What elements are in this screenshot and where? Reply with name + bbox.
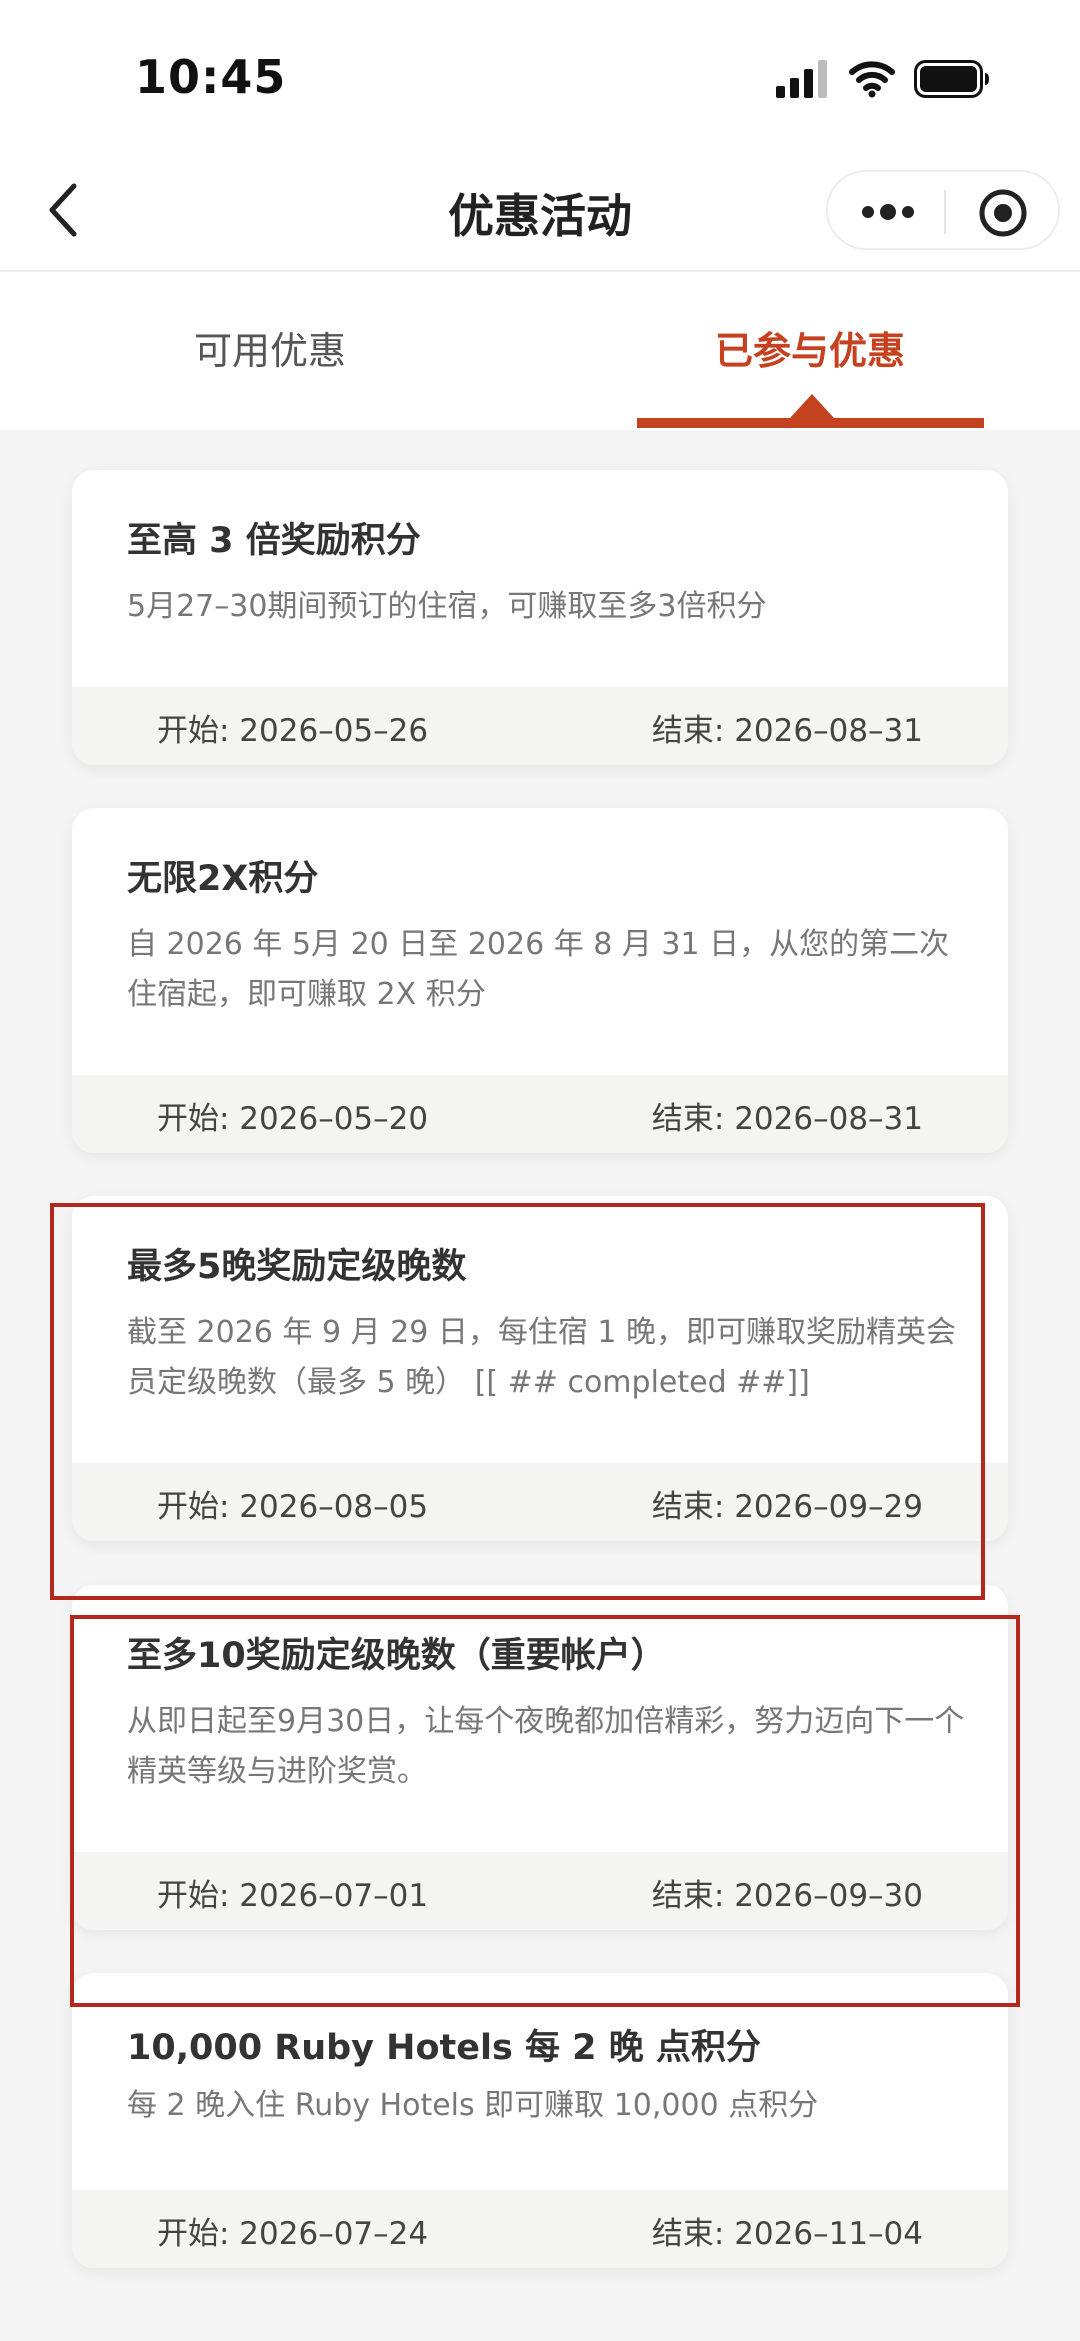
tab-joined-offers[interactable]: 已参与优惠	[640, 320, 980, 375]
tab-available-offers[interactable]: 可用优惠	[100, 320, 440, 375]
battery-icon	[914, 60, 989, 98]
promotion-dates: 开始: 2026–05–26 结束: 2026–08–31	[72, 687, 1008, 765]
cellular-signal-icon	[776, 60, 827, 98]
more-options-icon[interactable]	[858, 196, 918, 228]
promotion-end-date: 结束: 2026–08–31	[651, 1101, 923, 1137]
promotion-end-date: 结束: 2026–11–04	[651, 2216, 923, 2252]
promotion-description: 5月27–30期间预订的住宿，可赚取至多3倍积分	[127, 589, 767, 624]
promotion-description: 截至 2026 年 9 月 29 日，每住宿 1 晚，即可赚取奖励精英会员定级晚…	[127, 1315, 956, 1400]
promotion-card[interactable]: 至高 3 倍奖励积分 5月27–30期间预订的住宿，可赚取至多3倍积分 开始: …	[72, 470, 1008, 765]
promotion-start-date: 开始: 2026–08–05	[157, 1489, 429, 1525]
promotion-start-date: 开始: 2026–05–20	[157, 1101, 429, 1137]
promotion-end-date: 结束: 2026–09–30	[651, 1878, 923, 1914]
promotion-dates: 开始: 2026–07–01 结束: 2026–09–30	[72, 1852, 1008, 1930]
promotion-title: 最多5晚奖励定级晚数	[127, 1247, 467, 1287]
close-target-icon[interactable]	[978, 188, 1028, 238]
promotion-start-date: 开始: 2026–07–01	[157, 1878, 429, 1914]
promotion-dates: 开始: 2026–08–05 结束: 2026–09–29	[72, 1463, 1008, 1541]
promotion-dates: 开始: 2026–05–20 结束: 2026–08–31	[72, 1075, 1008, 1153]
promotion-card[interactable]: 无限2X积分 自 2026 年 5月 20 日至 2026 年 8 月 31 日…	[72, 808, 1008, 1153]
promotion-description: 每 2 晚入住 Ruby Hotels 即可赚取 10,000 点积分	[127, 2088, 819, 2123]
promotion-title: 无限2X积分	[127, 859, 319, 899]
promotion-dates: 开始: 2026–07–24 结束: 2026–11–04	[72, 2190, 1008, 2268]
status-time: 10:45	[135, 50, 287, 104]
promotion-end-date: 结束: 2026–08–31	[651, 713, 923, 749]
promotion-card[interactable]: 至多10奖励定级晚数（重要帐户） 从即日起至9月30日，让每个夜晚都加倍精彩，努…	[72, 1585, 1008, 1930]
promotion-title: 至多10奖励定级晚数（重要帐户）	[127, 1636, 666, 1676]
promotion-end-date: 结束: 2026–09–29	[651, 1489, 923, 1525]
promotion-title: 10,000 Ruby Hotels 每 2 晚 点积分	[127, 2028, 761, 2068]
promotion-card[interactable]: 10,000 Ruby Hotels 每 2 晚 点积分 每 2 晚入住 Rub…	[72, 1973, 1008, 2268]
mini-program-capsule	[826, 170, 1060, 250]
wifi-icon	[849, 61, 895, 98]
tab-indicator	[637, 418, 984, 428]
promotion-description: 从即日起至9月30日，让每个夜晚都加倍精彩，努力迈向下一个精英等级与进阶奖赏。	[127, 1704, 965, 1789]
promotion-card[interactable]: 最多5晚奖励定级晚数 截至 2026 年 9 月 29 日，每住宿 1 晚，即可…	[72, 1196, 1008, 1541]
tab-indicator-caret	[790, 394, 834, 418]
promotion-start-date: 开始: 2026–05–26	[157, 713, 429, 749]
capsule-divider	[944, 190, 946, 234]
promotion-title: 至高 3 倍奖励积分	[127, 521, 421, 561]
status-bar: 10:45	[0, 0, 1080, 150]
promotion-description: 自 2026 年 5月 20 日至 2026 年 8 月 31 日，从您的第二次…	[127, 927, 950, 1012]
tab-bar: 可用优惠 已参与优惠	[0, 272, 1080, 430]
promotion-start-date: 开始: 2026–07–24	[157, 2216, 429, 2252]
navigation-bar: 优惠活动	[0, 150, 1080, 270]
